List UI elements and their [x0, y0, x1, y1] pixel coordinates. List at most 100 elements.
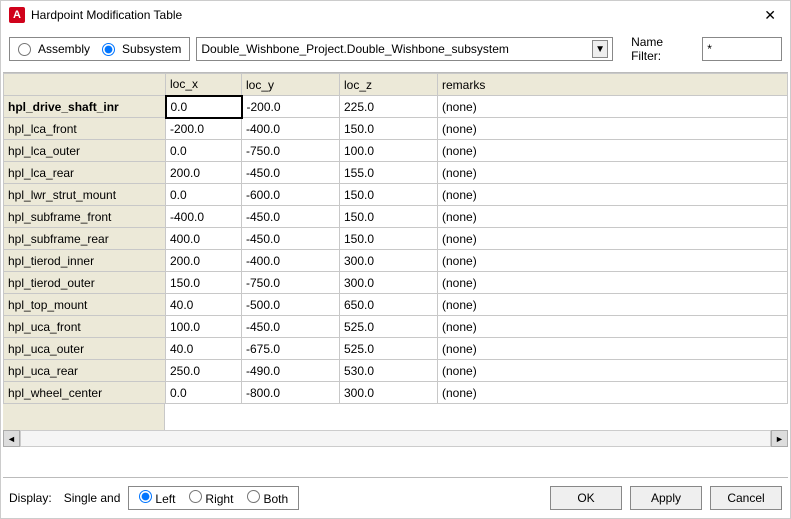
hardpoint-table[interactable]: loc_x loc_y loc_z remarks hpl_drive_shaf…: [3, 73, 788, 404]
loc-x-cell[interactable]: 0.0: [166, 184, 242, 206]
table-row[interactable]: hpl_subframe_rear400.0-450.0150.0(none): [4, 228, 788, 250]
table-row[interactable]: hpl_uca_front100.0-450.0525.0(none): [4, 316, 788, 338]
table-row[interactable]: hpl_lca_front-200.0-400.0150.0(none): [4, 118, 788, 140]
loc-y-cell[interactable]: -675.0: [242, 338, 340, 360]
table-row[interactable]: hpl_uca_rear250.0-490.0530.0(none): [4, 360, 788, 382]
subsystem-radio[interactable]: Subsystem: [102, 42, 181, 56]
remarks-cell[interactable]: (none): [438, 294, 788, 316]
row-name-cell[interactable]: hpl_drive_shaft_inr: [4, 96, 166, 118]
loc-y-cell[interactable]: -800.0: [242, 382, 340, 404]
loc-z-cell[interactable]: 155.0: [340, 162, 438, 184]
loc-y-cell[interactable]: -600.0: [242, 184, 340, 206]
row-name-cell[interactable]: hpl_tierod_outer: [4, 272, 166, 294]
row-name-cell[interactable]: hpl_lwr_strut_mount: [4, 184, 166, 206]
row-name-cell[interactable]: hpl_tierod_inner: [4, 250, 166, 272]
remarks-cell[interactable]: (none): [438, 250, 788, 272]
remarks-cell[interactable]: (none): [438, 316, 788, 338]
remarks-cell[interactable]: (none): [438, 140, 788, 162]
loc-y-cell[interactable]: -750.0: [242, 140, 340, 162]
loc-x-cell[interactable]: -200.0: [166, 118, 242, 140]
scroll-left-icon[interactable]: ◄: [3, 430, 20, 447]
row-name-cell[interactable]: hpl_uca_rear: [4, 360, 166, 382]
side-left-radio[interactable]: Left: [139, 490, 175, 506]
table-row[interactable]: hpl_lwr_strut_mount0.0-600.0150.0(none): [4, 184, 788, 206]
row-name-cell[interactable]: hpl_lca_rear: [4, 162, 166, 184]
loc-y-cell[interactable]: -490.0: [242, 360, 340, 382]
table-row[interactable]: hpl_top_mount40.0-500.0650.0(none): [4, 294, 788, 316]
table-row[interactable]: hpl_uca_outer40.0-675.0525.0(none): [4, 338, 788, 360]
scroll-track[interactable]: [20, 430, 771, 447]
loc-x-cell[interactable]: -400.0: [166, 206, 242, 228]
row-name-cell[interactable]: hpl_lca_outer: [4, 140, 166, 162]
loc-x-cell[interactable]: 400.0: [166, 228, 242, 250]
row-name-cell[interactable]: hpl_subframe_rear: [4, 228, 166, 250]
scroll-right-icon[interactable]: ►: [771, 430, 788, 447]
table-row[interactable]: hpl_tierod_inner200.0-400.0300.0(none): [4, 250, 788, 272]
loc-y-cell[interactable]: -400.0: [242, 250, 340, 272]
horizontal-scrollbar[interactable]: ◄ ►: [3, 430, 788, 447]
loc-z-cell[interactable]: 300.0: [340, 272, 438, 294]
loc-x-cell[interactable]: 100.0: [166, 316, 242, 338]
remarks-cell[interactable]: (none): [438, 96, 788, 118]
remarks-cell[interactable]: (none): [438, 162, 788, 184]
table-row[interactable]: hpl_subframe_front-400.0-450.0150.0(none…: [4, 206, 788, 228]
loc-y-cell[interactable]: -450.0: [242, 206, 340, 228]
loc-x-cell[interactable]: 150.0: [166, 272, 242, 294]
loc-z-cell[interactable]: 525.0: [340, 338, 438, 360]
loc-x-cell[interactable]: 40.0: [166, 338, 242, 360]
table-row[interactable]: hpl_wheel_center0.0-800.0300.0(none): [4, 382, 788, 404]
col-header-name[interactable]: [4, 74, 166, 96]
remarks-cell[interactable]: (none): [438, 206, 788, 228]
loc-x-cell[interactable]: 250.0: [166, 360, 242, 382]
loc-z-cell[interactable]: 525.0: [340, 316, 438, 338]
loc-y-cell[interactable]: -450.0: [242, 228, 340, 250]
loc-y-cell[interactable]: -450.0: [242, 162, 340, 184]
loc-y-cell[interactable]: -450.0: [242, 316, 340, 338]
row-name-cell[interactable]: hpl_lca_front: [4, 118, 166, 140]
loc-z-cell[interactable]: 300.0: [340, 382, 438, 404]
row-name-cell[interactable]: hpl_subframe_front: [4, 206, 166, 228]
remarks-cell[interactable]: (none): [438, 382, 788, 404]
side-both-radio[interactable]: Both: [247, 490, 288, 506]
loc-z-cell[interactable]: 300.0: [340, 250, 438, 272]
row-name-cell[interactable]: hpl_top_mount: [4, 294, 166, 316]
remarks-cell[interactable]: (none): [438, 338, 788, 360]
remarks-cell[interactable]: (none): [438, 118, 788, 140]
loc-x-cell[interactable]: 40.0: [166, 294, 242, 316]
ok-button[interactable]: OK: [550, 486, 622, 510]
table-row[interactable]: hpl_lca_outer0.0-750.0100.0(none): [4, 140, 788, 162]
loc-z-cell[interactable]: 150.0: [340, 206, 438, 228]
loc-x-cell[interactable]: 200.0: [166, 250, 242, 272]
loc-y-cell[interactable]: -500.0: [242, 294, 340, 316]
loc-y-cell[interactable]: -400.0: [242, 118, 340, 140]
remarks-cell[interactable]: (none): [438, 228, 788, 250]
remarks-cell[interactable]: (none): [438, 184, 788, 206]
assembly-radio[interactable]: Assembly: [18, 42, 90, 56]
close-button[interactable]: ✕: [758, 7, 782, 24]
row-name-cell[interactable]: hpl_wheel_center: [4, 382, 166, 404]
loc-x-cell[interactable]: 0.0: [166, 382, 242, 404]
remarks-cell[interactable]: (none): [438, 272, 788, 294]
loc-z-cell[interactable]: 150.0: [340, 228, 438, 250]
col-header-remarks[interactable]: remarks: [438, 74, 788, 96]
table-row[interactable]: hpl_tierod_outer150.0-750.0300.0(none): [4, 272, 788, 294]
apply-button[interactable]: Apply: [630, 486, 702, 510]
loc-z-cell[interactable]: 650.0: [340, 294, 438, 316]
loc-z-cell[interactable]: 530.0: [340, 360, 438, 382]
table-row[interactable]: hpl_lca_rear200.0-450.0155.0(none): [4, 162, 788, 184]
loc-z-cell[interactable]: 100.0: [340, 140, 438, 162]
side-right-radio[interactable]: Right: [189, 490, 233, 506]
loc-z-cell[interactable]: 150.0: [340, 184, 438, 206]
cancel-button[interactable]: Cancel: [710, 486, 782, 510]
name-filter-input[interactable]: *: [702, 37, 782, 61]
chevron-down-icon[interactable]: ▼: [592, 40, 608, 58]
loc-y-cell[interactable]: -200.0: [242, 96, 340, 118]
col-header-loc-y[interactable]: loc_y: [242, 74, 340, 96]
remarks-cell[interactable]: (none): [438, 360, 788, 382]
row-name-cell[interactable]: hpl_uca_outer: [4, 338, 166, 360]
col-header-loc-x[interactable]: loc_x: [166, 74, 242, 96]
loc-x-cell[interactable]: 0.0: [166, 140, 242, 162]
loc-x-cell[interactable]: 200.0: [166, 162, 242, 184]
table-row[interactable]: hpl_drive_shaft_inr0.0-200.0225.0(none): [4, 96, 788, 118]
row-name-cell[interactable]: hpl_uca_front: [4, 316, 166, 338]
